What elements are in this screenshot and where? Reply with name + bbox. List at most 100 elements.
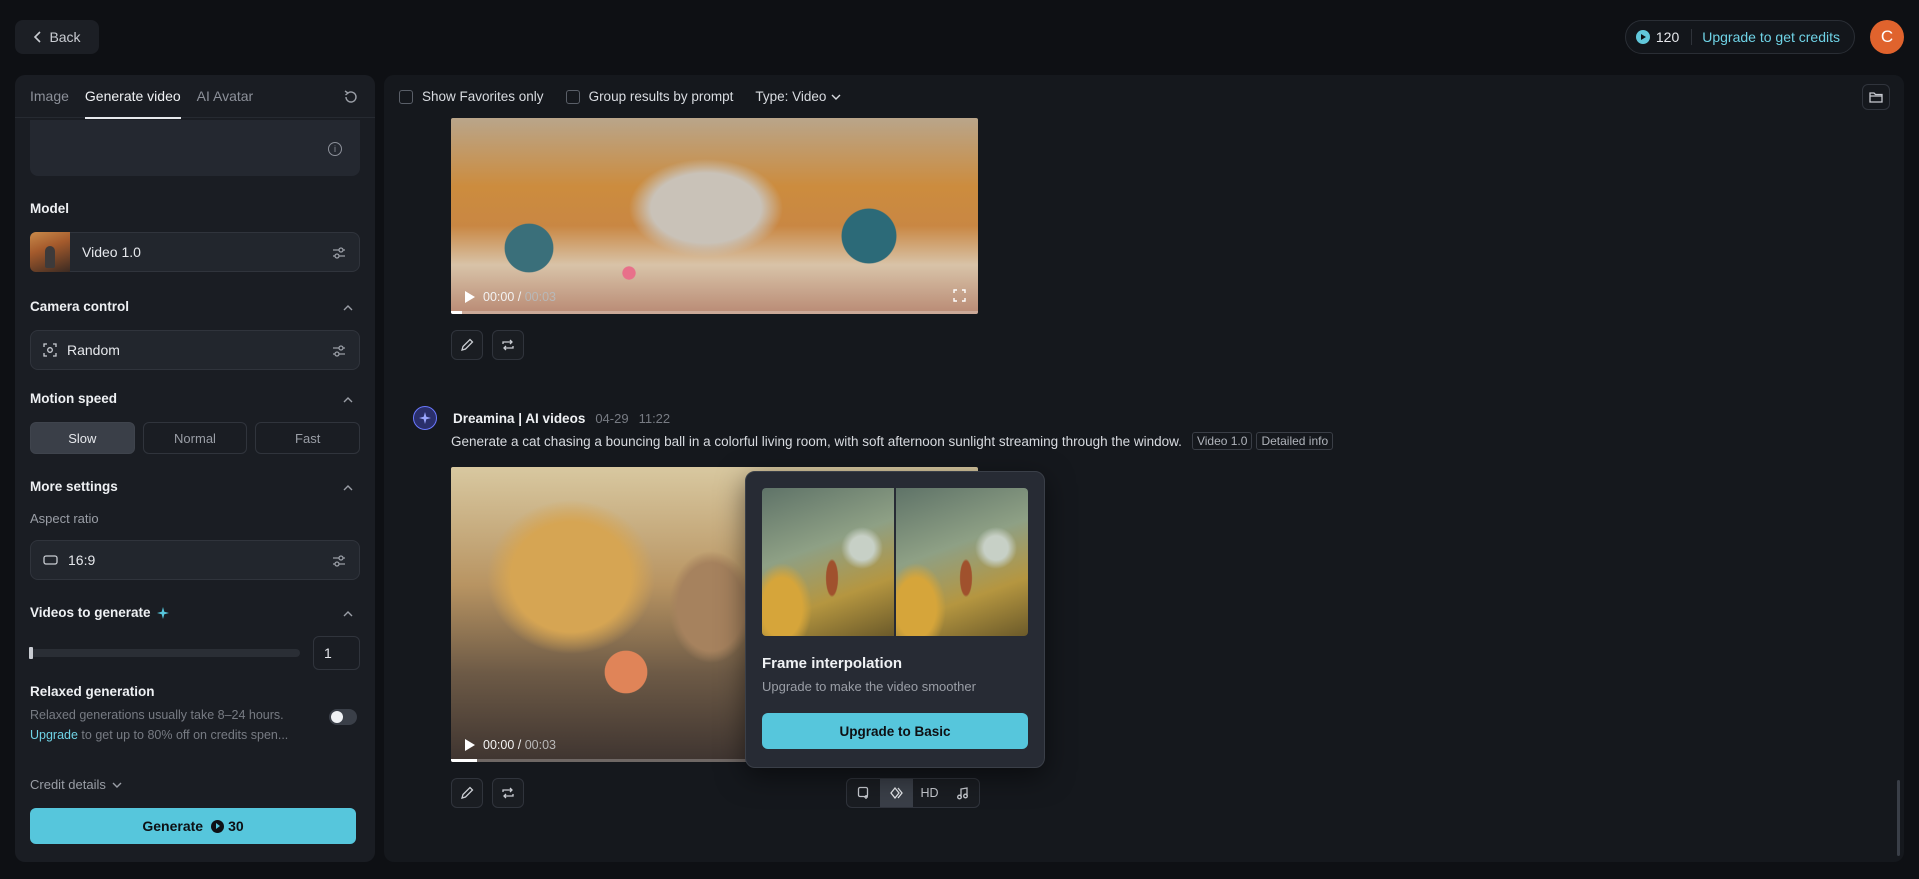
tab-ai-avatar[interactable]: AI Avatar: [197, 75, 254, 118]
tab-generate-video[interactable]: Generate video: [84, 75, 181, 119]
sliders-icon: [333, 555, 345, 567]
relaxed-upgrade-link[interactable]: Upgrade: [30, 728, 78, 742]
chevron-up-icon[interactable]: [343, 609, 353, 619]
model-value: Video 1.0: [82, 244, 141, 260]
upgrade-to-basic-button[interactable]: Upgrade to Basic: [762, 713, 1028, 749]
relaxed-generation-label: Relaxed generation: [30, 684, 155, 699]
videos-count-slider[interactable]: [29, 647, 300, 659]
generation-prompt: Generate a cat chasing a bouncing ball i…: [451, 432, 1334, 450]
back-button[interactable]: Back: [15, 20, 99, 54]
current-time: 00:00: [483, 290, 515, 304]
edit-button[interactable]: [451, 778, 483, 808]
tab-image[interactable]: Image: [30, 75, 69, 118]
fullscreen-icon[interactable]: [953, 289, 966, 302]
frame-interpolation-popup: Frame interpolation Upgrade to make the …: [745, 471, 1045, 768]
pencil-icon: [461, 338, 474, 351]
chevron-left-icon: [34, 31, 42, 43]
show-favorites-label: Show Favorites only: [422, 89, 544, 104]
video-time: 00:00 / 00:03: [483, 290, 556, 304]
video-progress-bar[interactable]: [451, 311, 978, 314]
current-time: 00:00: [483, 738, 515, 752]
comparison-image-after: [896, 488, 1028, 636]
aspect-ratio-value: 16:9: [68, 552, 96, 568]
videos-count-input[interactable]: 1: [313, 636, 360, 670]
credit-coin-icon: [1635, 30, 1650, 44]
extend-video-button[interactable]: [847, 779, 880, 807]
upgrade-credits-link[interactable]: Upgrade to get credits: [1702, 29, 1840, 45]
video-player-1[interactable]: 00:00 / 00:03: [451, 118, 978, 314]
aspect-ratio-icon: [43, 555, 58, 565]
play-icon[interactable]: [465, 739, 475, 751]
aspect-ratio-select[interactable]: 16:9: [30, 540, 360, 580]
regenerate-button[interactable]: [492, 330, 524, 360]
comparison-image-before: [762, 488, 894, 636]
relaxed-description: Relaxed generations usually take 8–24 ho…: [30, 705, 330, 745]
back-label: Back: [49, 29, 81, 45]
duration: 00:03: [524, 290, 556, 304]
video-controls: 00:00 / 00:03: [465, 290, 556, 304]
pencil-icon: [461, 786, 474, 799]
speed-normal-button[interactable]: Normal: [142, 422, 248, 454]
results-panel: Show Favorites only Group results by pro…: [384, 75, 1904, 862]
scrollbar[interactable]: [1897, 780, 1900, 856]
credit-details-label: Credit details: [30, 777, 106, 792]
group-results-checkbox[interactable]: Group results by prompt: [565, 89, 734, 104]
credits-count: 120: [1635, 29, 1693, 45]
sparkle-icon: [156, 606, 169, 619]
info-icon[interactable]: i: [328, 142, 342, 156]
chevron-up-icon[interactable]: [343, 303, 353, 313]
generation-source: Dreamina | AI videos: [453, 410, 586, 426]
credit-details-dropdown[interactable]: Credit details: [30, 777, 122, 792]
camera-focus-icon: [43, 343, 57, 357]
show-favorites-checkbox[interactable]: Show Favorites only: [399, 89, 544, 104]
model-thumbnail: [30, 232, 70, 272]
reset-icon[interactable]: [342, 88, 360, 106]
folder-button[interactable]: [1862, 84, 1890, 110]
hd-upscale-button[interactable]: HD: [913, 779, 946, 807]
model-select[interactable]: Video 1.0: [30, 232, 360, 272]
detailed-info-tag[interactable]: Detailed info: [1256, 432, 1334, 450]
folder-icon: [1869, 92, 1883, 103]
relaxed-generation-toggle[interactable]: [329, 709, 357, 725]
motion-speed-group: Slow Normal Fast: [30, 422, 361, 454]
regenerate-button[interactable]: [492, 778, 524, 808]
checkbox-box[interactable]: [565, 89, 580, 104]
user-avatar[interactable]: C: [1870, 20, 1904, 54]
credit-coin-icon: [211, 819, 225, 833]
generate-label: Generate: [142, 818, 204, 834]
extend-icon: [857, 786, 868, 799]
popup-description: Upgrade to make the video smoother: [762, 679, 976, 694]
credits-pill: 120 Upgrade to get credits: [1624, 20, 1855, 54]
credits-value: 120: [1655, 29, 1680, 45]
video-tools: HD: [846, 778, 980, 808]
generate-cost: 30: [211, 818, 244, 834]
model-label: Model: [30, 201, 69, 216]
edit-button[interactable]: [451, 330, 483, 360]
popup-title: Frame interpolation: [762, 655, 903, 672]
group-results-label: Group results by prompt: [588, 89, 734, 104]
videos-to-generate-label-wrap: Videos to generate: [30, 605, 169, 620]
speed-fast-button[interactable]: Fast: [255, 422, 361, 454]
frame-interpolation-button[interactable]: [880, 779, 913, 807]
repeat-icon: [502, 339, 514, 351]
relaxed-desc-text-2: to get up to 80% off on credits spen...: [77, 728, 289, 742]
play-icon[interactable]: [465, 291, 475, 303]
type-filter-dropdown[interactable]: Type: Video: [755, 89, 841, 104]
speed-slow-button[interactable]: Slow: [30, 422, 135, 454]
more-settings-label: More settings: [30, 479, 118, 494]
video-controls: 00:00 / 00:03: [465, 738, 556, 752]
chevron-up-icon[interactable]: [343, 395, 353, 405]
slider-thumb[interactable]: [29, 647, 33, 659]
add-audio-button[interactable]: [946, 779, 979, 807]
prompt-input[interactable]: i: [30, 120, 360, 176]
camera-control-value: Random: [67, 342, 120, 358]
checkbox-box[interactable]: [399, 89, 413, 104]
chevron-up-icon[interactable]: [343, 483, 353, 493]
duration: 00:03: [524, 738, 556, 752]
camera-control-select[interactable]: Random: [30, 330, 360, 370]
generate-button[interactable]: Generate 30: [30, 808, 356, 844]
prompt-text: Generate a cat chasing a bouncing ball i…: [451, 433, 1182, 449]
model-tag: Video 1.0: [1191, 432, 1253, 450]
repeat-icon: [502, 787, 514, 799]
sliders-icon: [333, 345, 345, 357]
